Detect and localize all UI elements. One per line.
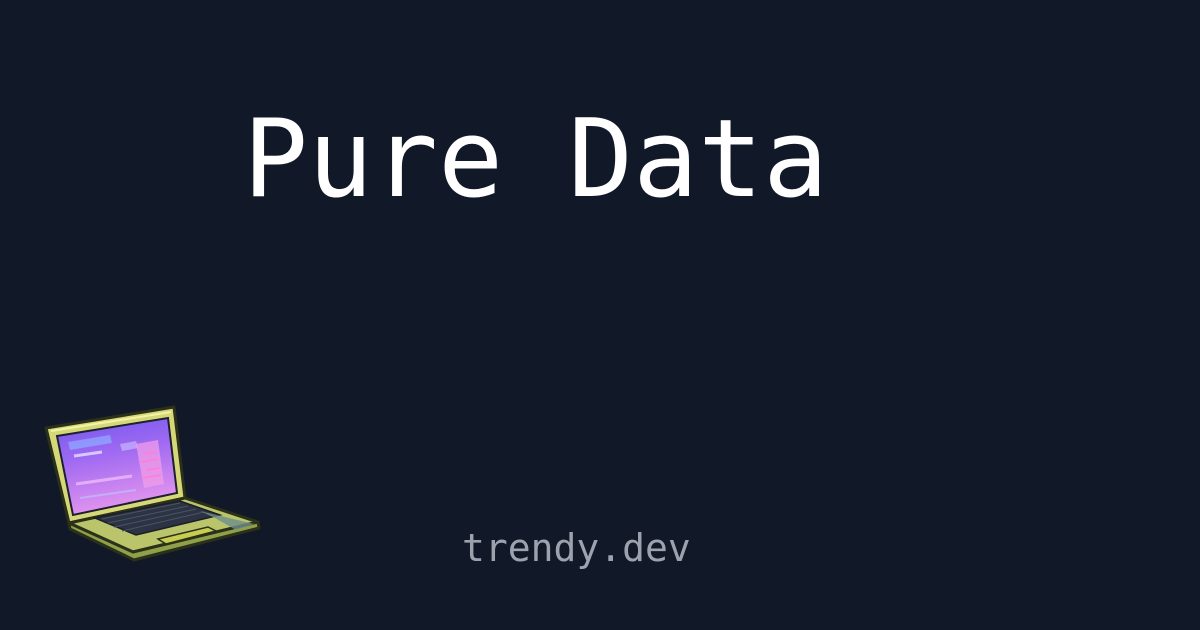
site-domain[interactable]: trendy.dev: [462, 526, 691, 572]
laptop-icon: [44, 405, 261, 562]
og-card: Pure Data trendy.dev: [0, 0, 1200, 630]
page-title: Pure Data: [243, 97, 829, 222]
